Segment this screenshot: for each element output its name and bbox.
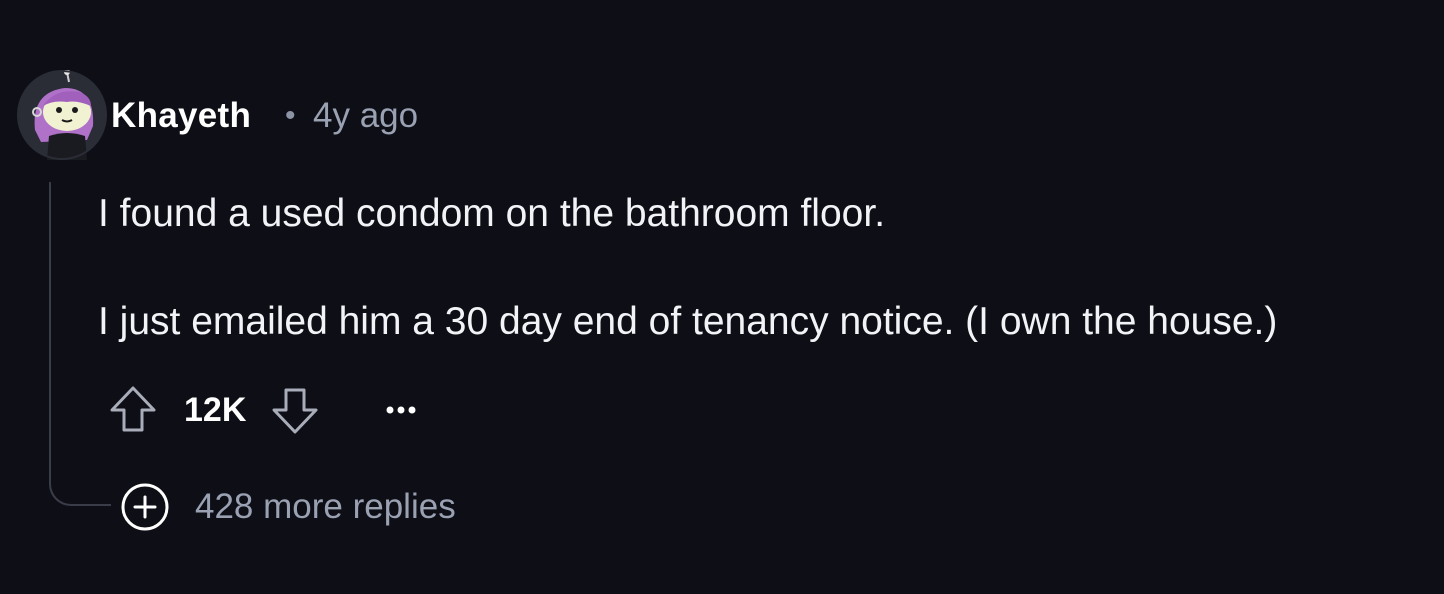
downvote-button[interactable] xyxy=(270,384,320,436)
separator-dot: • xyxy=(285,99,296,132)
upvote-button[interactable] xyxy=(108,384,158,436)
more-replies-label: 428 more replies xyxy=(195,487,456,526)
comment-paragraph: I found a used condom on the bathroom fl… xyxy=(98,192,886,235)
avatar[interactable] xyxy=(17,70,107,160)
plus-circle-icon xyxy=(121,483,169,531)
thread-line[interactable] xyxy=(49,182,51,482)
comment-page: Khayeth • 4y ago I found a used condom o… xyxy=(0,0,1444,594)
thread-connector xyxy=(49,460,111,506)
more-options-button[interactable] xyxy=(378,390,424,430)
comment-paragraph: I just emailed him a 30 day end of tenan… xyxy=(98,300,1278,343)
downvote-arrow-icon xyxy=(272,388,318,434)
timestamp: 4y ago xyxy=(313,96,419,135)
comment-body: I found a used condom on the bathroom fl… xyxy=(98,192,1438,344)
vote-score: 12K xyxy=(184,391,247,429)
username[interactable]: Khayeth xyxy=(111,96,251,136)
upvote-arrow-icon xyxy=(110,386,156,432)
more-options-icon xyxy=(386,406,416,414)
